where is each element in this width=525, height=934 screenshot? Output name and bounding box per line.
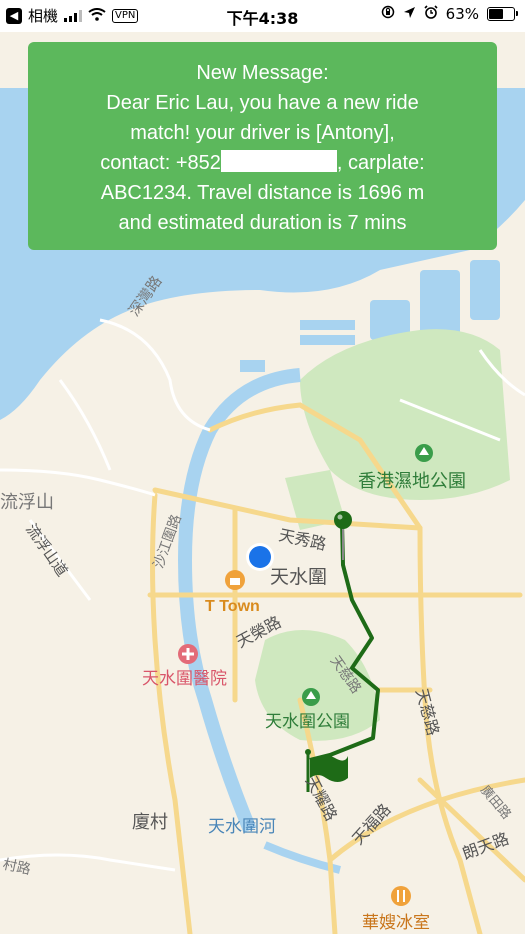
contact-prefix: contact: +852	[100, 152, 221, 174]
orientation-lock-icon	[381, 5, 395, 23]
label-tin-tsz-road-2: 天慈路	[412, 686, 443, 737]
notification-line-1: Dear Eric Lau, you have a new ride	[106, 92, 419, 114]
location-arrow-icon	[403, 5, 416, 23]
notification-title: New Message:	[196, 62, 329, 84]
restaurant-icon	[391, 886, 411, 906]
status-left: ◀ 相機 VPN	[6, 5, 139, 26]
contact-suffix: , carplate:	[336, 152, 425, 174]
label-hospital: 天水圍醫院	[142, 669, 227, 689]
park-icon	[302, 688, 320, 706]
wetland-park-icon	[415, 444, 433, 462]
status-right: 63%	[381, 5, 518, 23]
vpn-badge: VPN	[112, 8, 139, 23]
label-cafe: 華嫂冰室	[362, 913, 430, 933]
label-tsw-park: 天水圍公園	[265, 712, 350, 732]
label-lau-fau-shan: 流浮山	[0, 492, 54, 513]
label-lfs-road: 流浮山道	[22, 520, 71, 579]
back-app-label[interactable]: 相機	[28, 5, 58, 26]
notification-line-2: match! your driver is [Antony],	[130, 122, 395, 144]
destination-pin[interactable]	[334, 511, 352, 560]
shopping-icon	[225, 570, 245, 590]
label-wetland-park: 香港濕地公園	[358, 471, 466, 492]
wifi-icon	[88, 7, 106, 25]
label-t-town: T Town	[205, 598, 260, 615]
redacted-phone-number	[220, 150, 337, 172]
hospital-icon	[178, 644, 198, 664]
status-bar: ◀ 相機 VPN 下午4:38 63%	[0, 0, 525, 32]
label-tsuen-road: 村路	[1, 857, 32, 878]
notification-line-5: and estimated duration is 7 mins	[118, 212, 407, 234]
cellular-signal-icon	[64, 9, 83, 22]
back-to-app-icon[interactable]: ◀	[6, 7, 22, 24]
alarm-icon	[424, 5, 438, 23]
label-kwong-tin-road: 廣田路	[477, 782, 514, 822]
label-tin-yiu-road: 天秀路	[277, 525, 328, 554]
notification-line-4: ABC1234. Travel distance is 1696 m	[100, 182, 425, 204]
label-ha-tsuen: 廈村	[132, 812, 168, 833]
new-message-notification[interactable]: New Message: Dear Eric Lau, you have a n…	[28, 42, 497, 250]
notification-line-3: contact: +852 , carplate:	[46, 148, 479, 178]
battery-percent: 63%	[445, 5, 479, 23]
label-river: 天水圍河	[208, 817, 276, 837]
battery-icon	[487, 7, 518, 21]
label-tin-shui-wai: 天水圍	[270, 566, 327, 588]
